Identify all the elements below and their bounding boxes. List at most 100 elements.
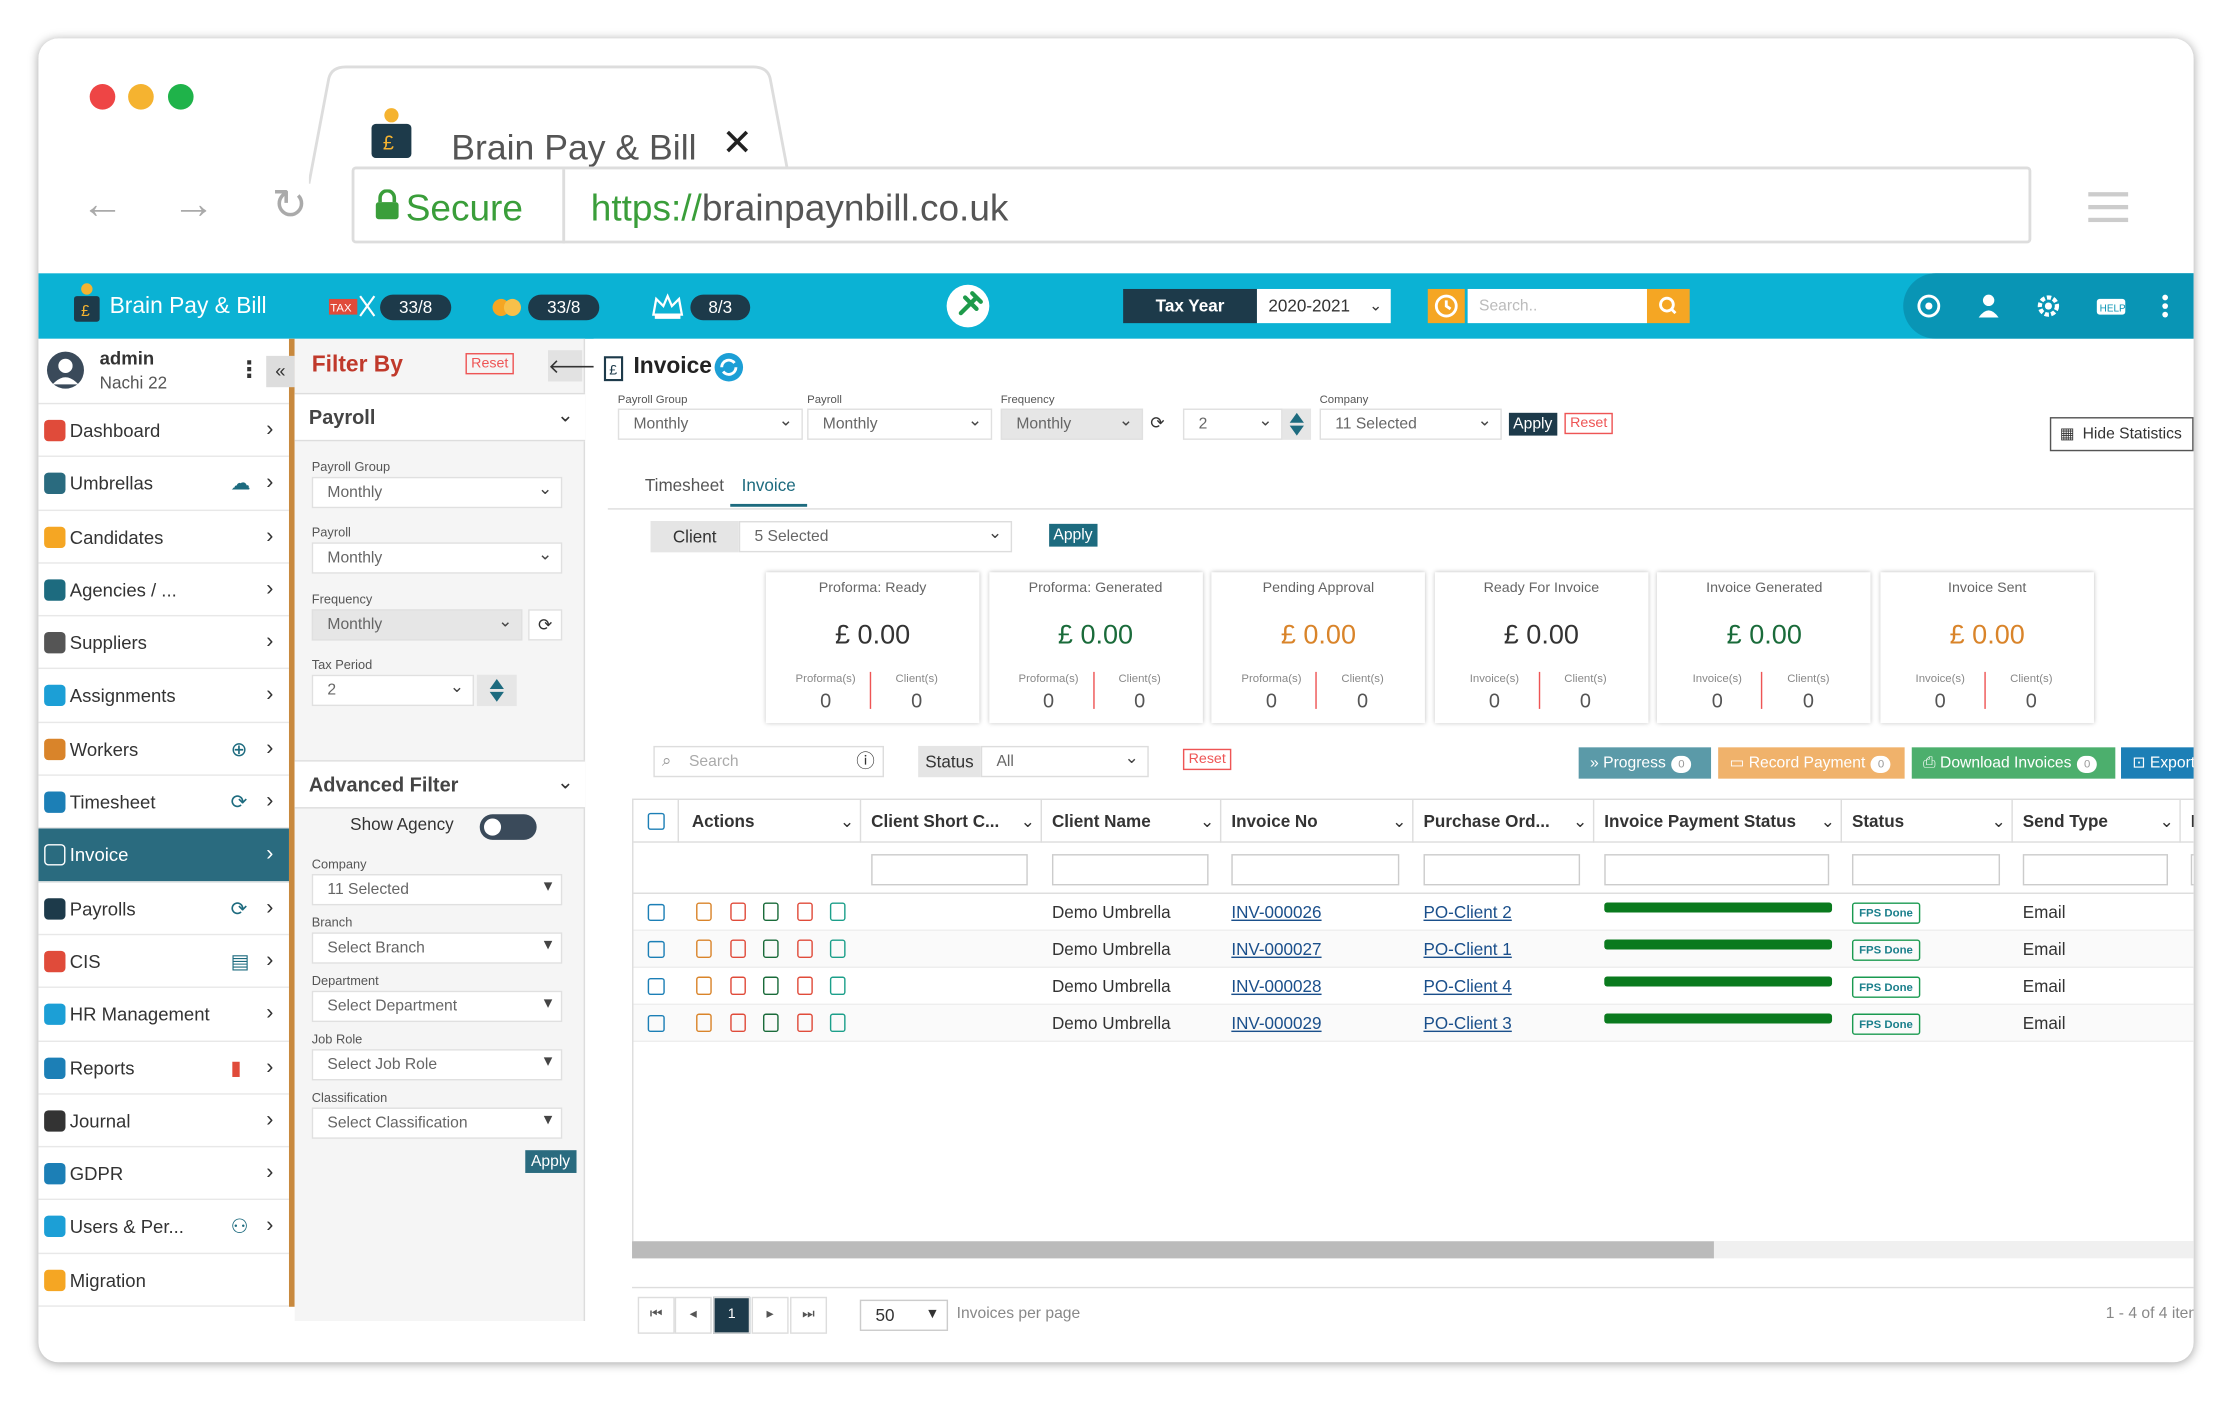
department-select[interactable]: Select Department (311, 988, 563, 1023)
more-vertical-icon[interactable] (2159, 292, 2170, 320)
purchase-order-link[interactable]: PO-Client 1 (1424, 940, 1512, 960)
download-invoices-button[interactable]: ⎙ Download Invoices 0 (1911, 747, 2116, 779)
user-menu-icon[interactable]: ⋮ (238, 356, 261, 384)
page-number[interactable]: 1 (713, 1296, 751, 1334)
sidebar-item-migration[interactable]: Migration (38, 1254, 289, 1307)
refresh-icon[interactable]: ⟳ (528, 609, 563, 641)
company-select[interactable]: 11 Selected (311, 871, 563, 906)
reload-icon[interactable]: ↻ (272, 181, 308, 231)
row-action-icon[interactable] (696, 976, 712, 996)
tab-close-icon[interactable]: ✕ (722, 121, 753, 165)
column-menu-icon[interactable]: ⌄ (1573, 811, 1587, 831)
advanced-filter-header[interactable]: Advanced Filter ⌄ (294, 760, 586, 809)
sidebar-item-suppliers[interactable]: Suppliers › (38, 617, 289, 670)
row-action-icon[interactable] (796, 939, 813, 959)
pin-button[interactable] (946, 284, 990, 328)
user-icon[interactable] (1974, 292, 2002, 320)
invoice-no-link[interactable]: INV-000027 (1231, 940, 1321, 960)
filter-client-name-input[interactable] (1051, 854, 1209, 886)
filter-reset-button[interactable]: Reset (465, 353, 515, 375)
stat-card[interactable]: Invoice Generated £ 0.00 Invoice(s) 0 Client… (1657, 572, 1872, 724)
client-apply-button[interactable]: Apply (1049, 523, 1097, 547)
browser-menu-icon[interactable] (2088, 192, 2129, 230)
history-button[interactable] (1427, 288, 1465, 324)
scrollbar-thumb[interactable] (632, 1241, 1714, 1259)
collapse-sidebar-icon[interactable]: « (266, 355, 295, 388)
sidebar-item-workers[interactable]: Workers ⊕ › (38, 723, 289, 776)
sidebar-item-dashboard[interactable]: Dashboard › (38, 404, 289, 458)
crown-count-pill[interactable]: 8/3 (690, 294, 751, 321)
sidebar-item-invoice[interactable]: Invoice › (38, 829, 289, 883)
column-header[interactable]: Client Short C... (871, 811, 999, 831)
help-icon[interactable]: HELP (2094, 292, 2128, 320)
refresh-icon[interactable] (713, 352, 744, 390)
next-page-icon[interactable]: ▸ (751, 1296, 789, 1334)
row-action-icon[interactable] (762, 902, 779, 922)
header-search-input[interactable]: Search.. (1467, 288, 1647, 324)
row-action-icon[interactable] (696, 1013, 712, 1033)
row-action-icon[interactable] (829, 939, 846, 959)
sidebar-item-users-per[interactable]: Users & Per... ⚇ › (38, 1201, 289, 1254)
table-row[interactable]: Demo Umbrella INV-000029 PO-Client 3 FPS Do… (633, 1004, 2194, 1043)
status-reset-button[interactable]: Reset (1182, 748, 1232, 771)
payroll-group-select[interactable]: Monthly (617, 406, 803, 440)
horizontal-scrollbar[interactable] (632, 1241, 2194, 1259)
filter-send-type-input[interactable] (2022, 854, 2168, 886)
maximize-window-dot[interactable] (167, 83, 194, 110)
row-action-icon[interactable] (829, 1013, 846, 1033)
row-checkbox[interactable] (647, 977, 665, 996)
sidebar-item-hr-management[interactable]: HR Management › (38, 988, 289, 1042)
forward-arrow-icon[interactable]: → (172, 181, 215, 229)
purchase-order-link[interactable]: PO-Client 3 (1424, 1014, 1512, 1034)
sidebar-item-timesheet[interactable]: Timesheet ⟳ › (38, 776, 289, 830)
period-stepper-icon[interactable] (1282, 408, 1312, 440)
row-action-icon[interactable] (696, 902, 712, 922)
minimize-window-dot[interactable] (128, 83, 154, 110)
payroll-section-header[interactable]: Payroll ⌄ (294, 392, 586, 442)
close-window-dot[interactable] (89, 83, 116, 110)
row-checkbox[interactable] (647, 940, 665, 959)
column-header[interactable]: Invoice No (1231, 811, 1317, 831)
export-button[interactable]: ⊡ Export ▾ (2121, 747, 2194, 779)
column-header[interactable]: Purchase Ord... (1424, 811, 1550, 831)
column-menu-icon[interactable]: ⌄ (1821, 811, 1835, 831)
invoice-no-link[interactable]: INV-000026 (1231, 902, 1321, 922)
column-menu-icon[interactable]: ⌄ (1021, 811, 1035, 831)
sidebar-item-gdpr[interactable]: GDPR › (38, 1148, 289, 1201)
address-bar[interactable]: Secure https://brainpaynbill.co.uk (351, 166, 2032, 244)
filter-extra-input[interactable] (2190, 854, 2194, 886)
row-action-icon[interactable] (696, 939, 712, 959)
sidebar-item-payrolls[interactable]: Payrolls ⟳ › (38, 882, 289, 936)
filter-payment-status-input[interactable] (1604, 854, 1830, 886)
prev-page-icon[interactable]: ◂ (674, 1296, 712, 1334)
column-menu-icon[interactable]: ⌄ (1200, 811, 1214, 831)
frequency-select[interactable]: Monthly (1000, 406, 1144, 440)
progress-button[interactable]: » Progress 0 (1578, 747, 1712, 779)
payroll-group-select[interactable]: Monthly (311, 474, 563, 509)
purchase-order-link[interactable]: PO-Client 4 (1424, 977, 1512, 997)
select-all-checkbox[interactable] (647, 812, 665, 830)
classification-select[interactable]: Select Classification (311, 1105, 563, 1139)
row-action-icon[interactable] (729, 902, 746, 922)
stat-card[interactable]: Proforma: Ready £ 0.00 Proforma(s) 0 Client(… (765, 572, 980, 724)
row-action-icon[interactable] (796, 976, 813, 996)
record-payment-button[interactable]: ▭ Record Payment 0 (1718, 747, 1905, 779)
row-action-icon[interactable] (729, 939, 746, 959)
invoice-no-link[interactable]: INV-000028 (1231, 977, 1321, 997)
row-action-icon[interactable] (762, 976, 779, 996)
stat-card[interactable]: Ready For Invoice £ 0.00 Invoice(s) 0 Client… (1434, 572, 1649, 724)
hide-statistics-button[interactable]: ▦ Hide Statistics (2049, 417, 2194, 452)
branch-select[interactable]: Select Branch (311, 930, 563, 964)
refresh-icon[interactable]: ⟳ (1150, 413, 1164, 433)
client-select[interactable]: 5 Selected (738, 518, 1013, 553)
row-action-icon[interactable] (729, 1013, 746, 1033)
sidebar-item-umbrellas[interactable]: Umbrellas ☁ › (38, 457, 289, 511)
column-menu-icon[interactable]: ⌄ (2159, 811, 2173, 831)
top-apply-button[interactable]: Apply (1508, 412, 1557, 436)
column-header[interactable]: No c (2191, 811, 2194, 831)
column-header[interactable]: Status (1852, 811, 1904, 831)
row-action-icon[interactable] (796, 902, 813, 922)
row-action-icon[interactable] (796, 1013, 813, 1033)
sidebar-item-agencies[interactable]: Agencies / ... › (38, 564, 289, 617)
last-page-icon[interactable]: ⏭ (790, 1296, 828, 1334)
